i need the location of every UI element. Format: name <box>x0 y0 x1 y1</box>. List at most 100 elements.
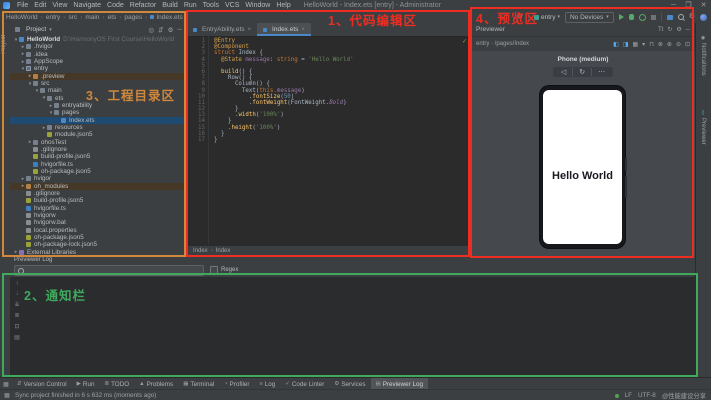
tree-row[interactable]: hvigorfile.ts <box>10 205 187 212</box>
log-output-area[interactable]: ↑ ↓ ⇊ ≣ ⊡ ▤ <box>10 277 695 377</box>
menu-refactor[interactable]: Refactor <box>127 2 159 9</box>
tree-row[interactable]: build-profile.json5 <box>10 153 187 160</box>
tree-row[interactable]: .gitignore <box>10 190 187 197</box>
tree-row[interactable]: ▸ .idea <box>10 51 187 58</box>
breadcrumb-item[interactable]: entry <box>46 14 60 21</box>
project-header-icon[interactable]: ─ <box>177 26 182 34</box>
menu-edit[interactable]: Edit <box>31 2 49 9</box>
tree-row[interactable]: ▸ ohosTest <box>10 139 187 146</box>
tree-row[interactable]: ▾ HelloWorld D:\HarmonyOS First Course\Hel… <box>10 36 187 43</box>
tree-row[interactable]: oh-package.json5 <box>10 168 187 175</box>
previewer-header-icon[interactable]: ⚙ <box>676 26 681 33</box>
tree-row[interactable]: hvigorw.bat <box>10 219 187 226</box>
tree-row[interactable]: ▸ oh_modules <box>10 182 187 190</box>
tree-row[interactable]: oh-package.json5 <box>10 234 187 241</box>
module-selector[interactable]: entry ▾ <box>534 14 560 21</box>
rotate-button[interactable]: ↻ <box>573 68 593 76</box>
right-strip-tab-notifications[interactable]: ◉Notifications <box>700 35 706 76</box>
menu-window[interactable]: Window <box>242 2 273 9</box>
code-lines[interactable]: @Entry @Component struct Index { @State me… <box>209 36 471 246</box>
menu-build[interactable]: Build <box>159 2 181 9</box>
tree-row[interactable]: ▾ src <box>10 80 187 87</box>
debug-button[interactable] <box>628 14 634 20</box>
log-toolbar-icon[interactable]: ⇊ <box>14 301 19 308</box>
previewer-toolbar-icon[interactable]: ◧ <box>613 41 619 48</box>
code-area[interactable]: 1 2 3 4 5 6 7 8 9 10 11 12 13 14 15 16 17 @Entry @Compone… <box>187 36 471 246</box>
tree-row[interactable]: module.json5 <box>10 131 187 138</box>
previewer-header-icon[interactable]: Tt <box>658 27 663 33</box>
menu-vcs[interactable]: VCS <box>222 2 242 9</box>
breadcrumb-item[interactable]: main <box>85 14 99 21</box>
project-strip-tab[interactable]: Project <box>1 35 7 54</box>
close-icon[interactable]: × <box>301 27 305 33</box>
device-manager-icon[interactable] <box>666 14 673 20</box>
maximize-button[interactable]: ❐ <box>681 0 696 11</box>
editor-tab-index-ets[interactable]: Index.ets × <box>257 23 311 36</box>
previewer-toolbar-icon[interactable]: ⊗ <box>658 41 663 48</box>
menu-navigate[interactable]: Navigate <box>70 2 104 9</box>
tree-row[interactable]: .gitignore <box>10 146 187 153</box>
project-header-icon[interactable]: ⚙ <box>168 26 174 34</box>
project-header-icon[interactable]: ⇵ <box>158 26 163 34</box>
regex-checkbox[interactable] <box>210 266 218 274</box>
rotate-left-button[interactable]: ◁ <box>555 68 574 76</box>
previewer-header-icon[interactable]: ─ <box>686 27 690 33</box>
previewer-toolbar-icon[interactable]: ⊡ <box>685 41 690 48</box>
search-icon[interactable] <box>677 14 684 20</box>
tree-row[interactable]: local.properties <box>10 227 187 234</box>
previewer-toolbar-icon[interactable]: ▾ <box>642 41 645 48</box>
close-icon[interactable]: × <box>248 27 252 33</box>
regex-option[interactable]: Regex <box>210 266 238 274</box>
tree-row[interactable]: hvigorw <box>10 212 187 219</box>
log-toolbar-icon[interactable]: ≣ <box>14 312 19 319</box>
log-toolbar-icon[interactable]: ↓ <box>16 291 19 297</box>
tree-row[interactable]: ▸ AppScope <box>10 58 187 65</box>
status-grid-icon[interactable]: ▦ <box>3 392 11 399</box>
profiler-button[interactable] <box>638 13 646 21</box>
right-strip-tab-previewer[interactable]: ▯Previewer <box>700 110 706 145</box>
menu-tools[interactable]: Tools <box>200 2 222 9</box>
editor-tab-entryability-ets[interactable]: EntryAbility.ets × <box>187 23 257 36</box>
tree-row[interactable]: ▸ External Libraries <box>10 249 187 256</box>
chevron-down-icon[interactable]: ▾ <box>49 27 52 33</box>
previewer-toolbar-icon[interactable]: ⊕ <box>667 41 672 48</box>
status-token[interactable]: UTF-8 <box>638 392 656 399</box>
tree-row[interactable]: ▾ pages <box>10 109 187 116</box>
tree-row[interactable]: ▸ .preview <box>10 72 187 80</box>
project-view-selector[interactable]: Project <box>26 26 46 33</box>
tree-row[interactable]: build-profile.json5 <box>10 197 187 204</box>
user-avatar[interactable] <box>700 13 707 21</box>
menu-file[interactable]: File <box>14 2 31 9</box>
tree-row[interactable]: hvigorfile.ts <box>10 161 187 168</box>
log-toolbar-icon[interactable]: ⊡ <box>14 323 19 330</box>
tree-row[interactable]: ▸ hvigor <box>10 175 187 182</box>
device-selector[interactable]: No Devices ▾ <box>564 11 614 23</box>
settings-gear-icon[interactable]: ⚙ <box>689 13 695 21</box>
previewer-toolbar-icon[interactable]: ▦ <box>633 41 639 48</box>
breadcrumb-item[interactable]: Index.ets <box>150 14 183 21</box>
tree-row[interactable]: Index.ets <box>10 116 187 124</box>
minimize-button[interactable]: ─ <box>666 0 681 11</box>
stop-button[interactable] <box>650 14 656 20</box>
sync-icon[interactable]: ↻ <box>517 13 523 21</box>
project-header-icon[interactable]: ◎ <box>148 26 154 34</box>
tree-row[interactable]: ▸ .hvigor <box>10 43 187 50</box>
log-toolbar-icon[interactable]: ↑ <box>16 281 19 287</box>
breadcrumb-item[interactable]: pages <box>124 14 142 21</box>
tool-windows-icon[interactable]: ▦ <box>0 381 12 388</box>
editor-breadcrumb-item[interactable]: Index <box>193 248 208 254</box>
close-button[interactable]: ✕ <box>696 0 711 11</box>
menu-view[interactable]: View <box>49 2 70 9</box>
tree-row[interactable]: oh-package-lock.json5 <box>10 241 187 248</box>
previewer-toolbar-icon[interactable]: ◨ <box>623 41 629 48</box>
editor-breadcrumb-item[interactable]: Index <box>216 248 231 254</box>
menu-run[interactable]: Run <box>181 2 200 9</box>
log-search-input[interactable] <box>26 267 200 274</box>
tree-row[interactable]: ▸ resources <box>10 124 187 131</box>
previewer-header-icon[interactable]: ↻ <box>667 26 672 33</box>
previewer-toolbar-icon[interactable]: ⊖ <box>676 41 681 48</box>
previewer-toolbar-icon[interactable]: ⊓ <box>649 41 654 48</box>
menu-code[interactable]: Code <box>104 2 127 9</box>
menu-help[interactable]: Help <box>273 2 293 9</box>
run-button[interactable] <box>618 14 624 20</box>
